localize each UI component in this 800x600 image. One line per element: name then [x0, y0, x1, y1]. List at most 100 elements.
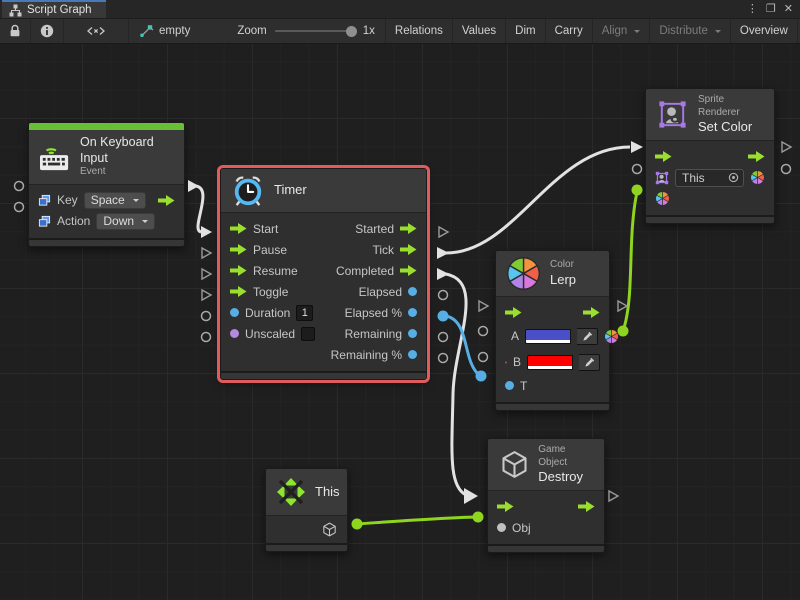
node-surtitle: Game Object [538, 444, 594, 469]
port-timer-duration-in[interactable] [202, 312, 211, 321]
eyedropper-icon [582, 331, 593, 342]
flow-input-icon[interactable] [505, 307, 522, 318]
port-setcolor-target-in[interactable] [633, 165, 642, 174]
value-input-icon[interactable] [230, 308, 239, 317]
key-dropdown[interactable]: Space [84, 192, 146, 209]
overview-button[interactable]: Overview [730, 19, 797, 43]
flow-output-icon[interactable] [400, 244, 417, 255]
info-button[interactable] [31, 19, 64, 43]
window-menu-icon[interactable]: ⋮ [747, 4, 758, 15]
port-setcolor-color-in[interactable] [632, 185, 643, 196]
flow-input-icon[interactable] [655, 151, 672, 162]
color-output-icon[interactable] [750, 170, 765, 185]
align-button[interactable]: Align [592, 19, 650, 43]
value-input-icon[interactable] [230, 329, 239, 338]
lock-button[interactable] [0, 19, 31, 43]
color-output-icon[interactable] [604, 329, 619, 344]
game-object-output-icon[interactable] [321, 521, 338, 538]
port-lerp-flow-in[interactable] [479, 301, 488, 311]
port-destroy-obj-in[interactable] [473, 512, 484, 523]
port-timer-remainingpct-out[interactable] [439, 354, 448, 363]
carry-button[interactable]: Carry [545, 19, 592, 43]
port-timer-started-out[interactable] [439, 227, 448, 237]
zoom-control: Zoom 1x [227, 19, 385, 43]
dim-button[interactable]: Dim [505, 19, 544, 43]
wire-keyboard-to-timer-start [196, 186, 203, 232]
value-input-icon[interactable] [505, 381, 514, 390]
node-set-color[interactable]: Sprite Renderer Set Color [645, 88, 775, 224]
color-input-icon[interactable] [655, 191, 670, 206]
duration-input[interactable]: 1 [296, 305, 313, 321]
values-button[interactable]: Values [452, 19, 505, 43]
port-timer-remaining-out[interactable] [439, 333, 448, 342]
port-destroy-flow-out[interactable] [609, 491, 618, 501]
port-lerp-a-in[interactable] [479, 327, 488, 336]
flow-output-icon[interactable] [400, 223, 417, 234]
unscaled-checkbox[interactable] [301, 327, 315, 341]
port-timer-completed-out[interactable] [437, 268, 449, 280]
node-timer[interactable]: Timer Start Started Pause Tick R [220, 168, 427, 380]
eyedropper-button[interactable] [577, 328, 598, 345]
flow-input-icon[interactable] [497, 501, 514, 512]
graph-empty-icon [138, 24, 155, 38]
port-setcolor-flow-in[interactable] [631, 141, 643, 153]
collapse-button[interactable] [64, 19, 129, 43]
action-dropdown[interactable]: Down [96, 213, 155, 230]
flow-output-icon[interactable] [158, 195, 175, 206]
graph-source-button[interactable]: empty [129, 19, 199, 43]
port-timer-resume-in[interactable] [202, 269, 211, 279]
port-keyboard-flow-out[interactable] [188, 180, 199, 192]
port-this-out[interactable] [352, 519, 363, 530]
flow-output-icon[interactable] [583, 307, 600, 318]
flow-input-icon[interactable] [230, 244, 247, 255]
target-object-field[interactable]: This [675, 169, 744, 187]
flow-input-icon[interactable] [230, 286, 247, 297]
relations-button[interactable]: Relations [385, 19, 452, 43]
tab-script-graph[interactable]: Script Graph [2, 0, 106, 18]
flow-input-icon[interactable] [230, 265, 247, 276]
port-setcolor-value-out[interactable] [782, 165, 791, 174]
port-timer-elapsedpct-out[interactable] [438, 311, 449, 322]
action-type-icon [38, 215, 51, 228]
eyedropper-button[interactable] [579, 354, 600, 371]
value-output-icon[interactable] [408, 308, 417, 317]
node-this[interactable]: This [265, 468, 348, 552]
port-keyboard-key-in[interactable] [15, 182, 24, 191]
zoom-slider-handle[interactable] [346, 26, 357, 37]
value-output-icon[interactable] [408, 287, 417, 296]
port-timer-toggle-in[interactable] [202, 290, 211, 300]
port-timer-start-in[interactable] [201, 226, 212, 238]
maximize-icon[interactable]: ❐ [766, 4, 776, 15]
port-timer-tick-out[interactable] [437, 247, 449, 259]
flow-output-icon[interactable] [400, 265, 417, 276]
zoom-slider[interactable] [275, 30, 355, 32]
color-input-icon[interactable] [505, 355, 507, 370]
node-destroy[interactable]: Game Object Destroy Obj [487, 438, 605, 553]
port-timer-unscaled-in[interactable] [202, 333, 211, 342]
value-input-icon[interactable] [497, 523, 506, 532]
flow-output-icon[interactable] [748, 151, 765, 162]
color-swatch-a[interactable] [525, 329, 571, 344]
close-icon[interactable]: ✕ [784, 4, 793, 15]
port-label-resume: Resume [253, 264, 298, 278]
flow-output-icon[interactable] [578, 501, 595, 512]
flow-input-icon[interactable] [230, 223, 247, 234]
distribute-button[interactable]: Distribute [649, 19, 730, 43]
node-on-keyboard-input[interactable]: On Keyboard Input Event Key Space [28, 122, 185, 247]
color-swatch-b[interactable] [527, 355, 573, 370]
port-setcolor-flow-out[interactable] [782, 142, 791, 152]
port-lerp-color-out[interactable] [618, 326, 629, 337]
node-color-lerp[interactable]: Color Lerp A [495, 250, 610, 411]
port-keyboard-action-in[interactable] [15, 203, 24, 212]
port-timer-elapsed-out[interactable] [439, 291, 448, 300]
port-lerp-flow-out[interactable] [618, 301, 627, 311]
port-label-duration: Duration [245, 306, 290, 320]
object-picker-icon[interactable] [728, 172, 739, 183]
sprite-renderer-type-icon [655, 171, 669, 185]
port-lerp-b-in[interactable] [479, 353, 488, 362]
graph-canvas[interactable]: On Keyboard Input Event Key Space [0, 44, 800, 600]
value-output-icon[interactable] [408, 350, 417, 359]
port-timer-pause-in[interactable] [202, 248, 211, 258]
wire-elapsedpct-to-t [446, 316, 479, 375]
value-output-icon[interactable] [408, 329, 417, 338]
